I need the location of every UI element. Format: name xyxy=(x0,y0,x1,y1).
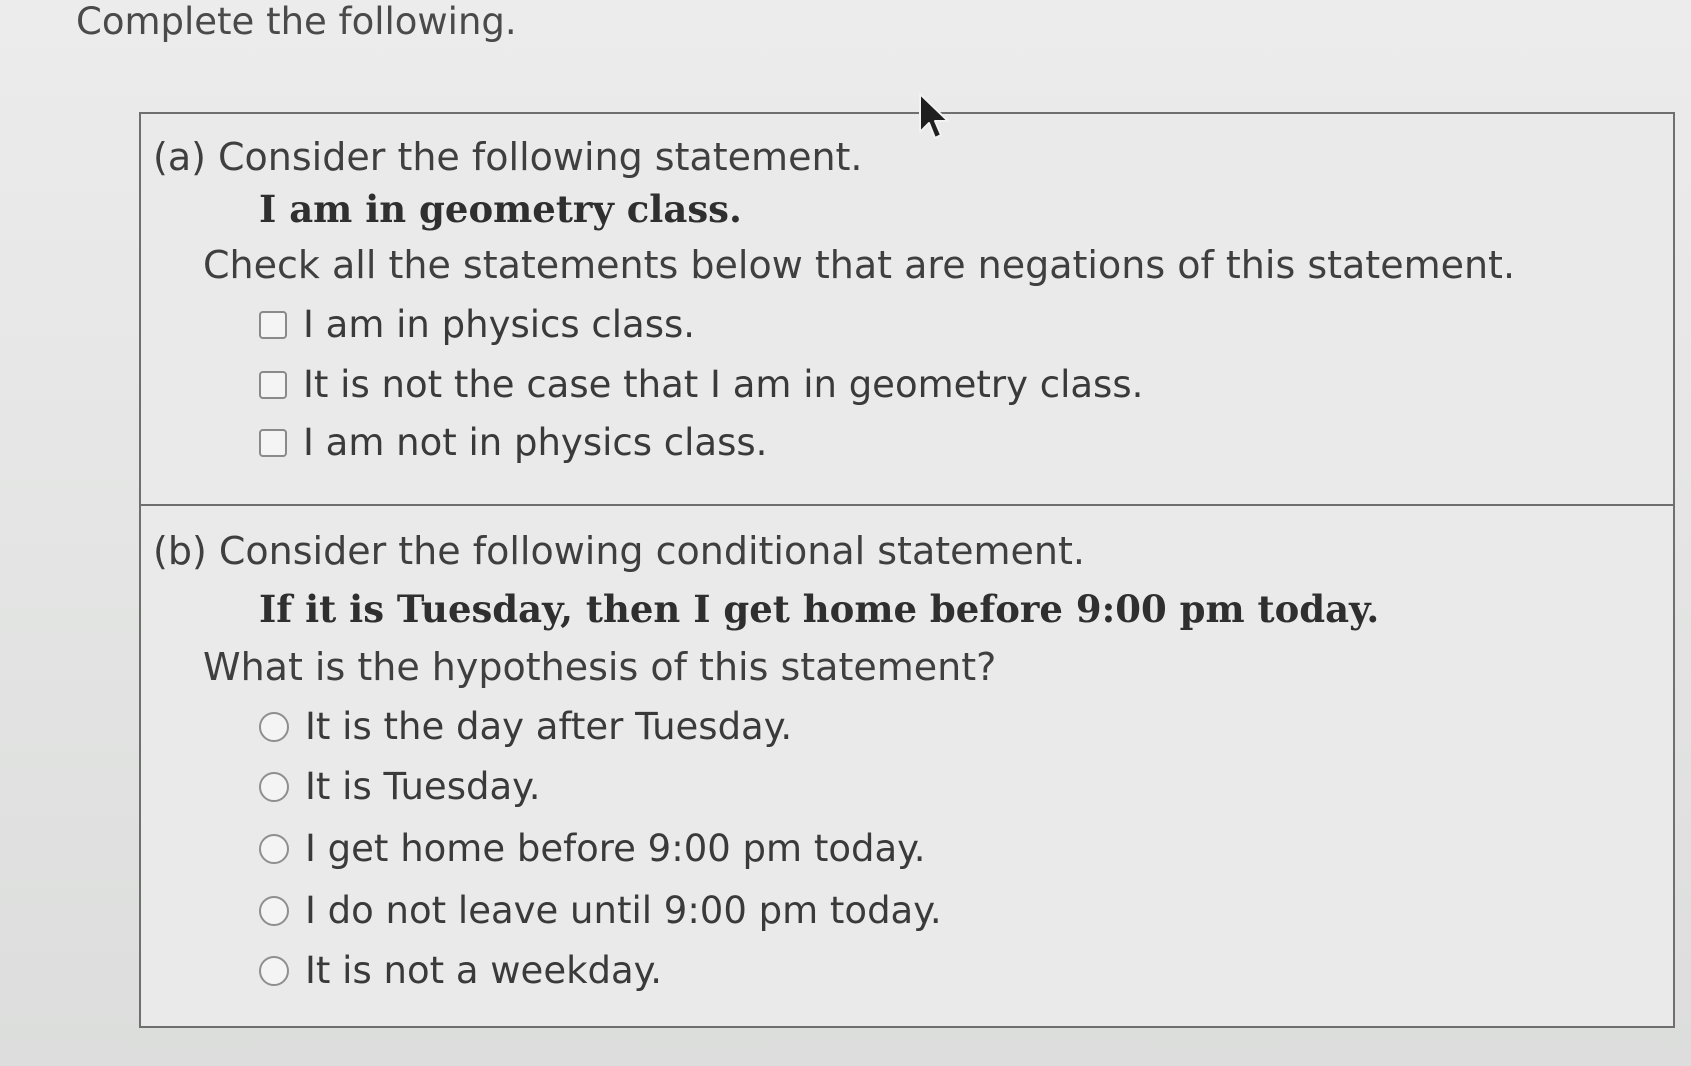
hypothesis-option-label: I do not leave until 9:00 pm today. xyxy=(305,889,942,932)
part-b-statement: If it is Tuesday, then I get home before… xyxy=(259,587,1380,631)
negation-option-label: I am in physics class. xyxy=(303,303,696,346)
instruction-text: Complete the following. xyxy=(76,0,517,43)
checkbox-icon[interactable] xyxy=(259,371,287,399)
radio-button-icon[interactable] xyxy=(259,896,289,926)
checkbox-icon[interactable] xyxy=(259,311,287,339)
negation-option-1[interactable]: I am in physics class. xyxy=(259,302,695,348)
radio-button-icon[interactable] xyxy=(259,834,289,864)
question-panel: (a) Consider the following statement. I … xyxy=(139,112,1675,1028)
part-b-prompt: What is the hypothesis of this statement… xyxy=(203,645,997,689)
mouse-pointer-icon xyxy=(919,93,949,139)
negation-option-2[interactable]: It is not the case that I am in geometry… xyxy=(259,362,1143,408)
negation-option-label: It is not the case that I am in geometry… xyxy=(303,363,1144,406)
radio-button-icon[interactable] xyxy=(259,772,289,802)
radio-button-icon[interactable] xyxy=(259,956,289,986)
hypothesis-option-4[interactable]: I do not leave until 9:00 pm today. xyxy=(259,888,942,934)
radio-button-icon[interactable] xyxy=(259,712,289,742)
checkbox-icon[interactable] xyxy=(259,429,287,457)
hypothesis-option-label: It is Tuesday. xyxy=(305,765,541,808)
part-a-section: (a) Consider the following statement. I … xyxy=(141,114,1673,506)
hypothesis-option-label: I get home before 9:00 pm today. xyxy=(305,827,926,870)
hypothesis-option-label: It is not a weekday. xyxy=(305,949,663,992)
part-a-title: (a) Consider the following statement. xyxy=(153,135,863,179)
part-b-title: (b) Consider the following conditional s… xyxy=(153,529,1085,573)
part-b-section: (b) Consider the following conditional s… xyxy=(141,506,1673,1026)
hypothesis-option-1[interactable]: It is the day after Tuesday. xyxy=(259,704,792,750)
hypothesis-option-5[interactable]: It is not a weekday. xyxy=(259,948,662,994)
hypothesis-option-3[interactable]: I get home before 9:00 pm today. xyxy=(259,826,926,872)
part-a-prompt: Check all the statements below that are … xyxy=(203,243,1516,287)
hypothesis-option-label: It is the day after Tuesday. xyxy=(305,705,793,748)
hypothesis-option-2[interactable]: It is Tuesday. xyxy=(259,764,541,810)
part-a-statement: I am in geometry class. xyxy=(259,187,742,231)
negation-option-label: I am not in physics class. xyxy=(303,421,768,464)
negation-option-3[interactable]: I am not in physics class. xyxy=(259,420,767,466)
